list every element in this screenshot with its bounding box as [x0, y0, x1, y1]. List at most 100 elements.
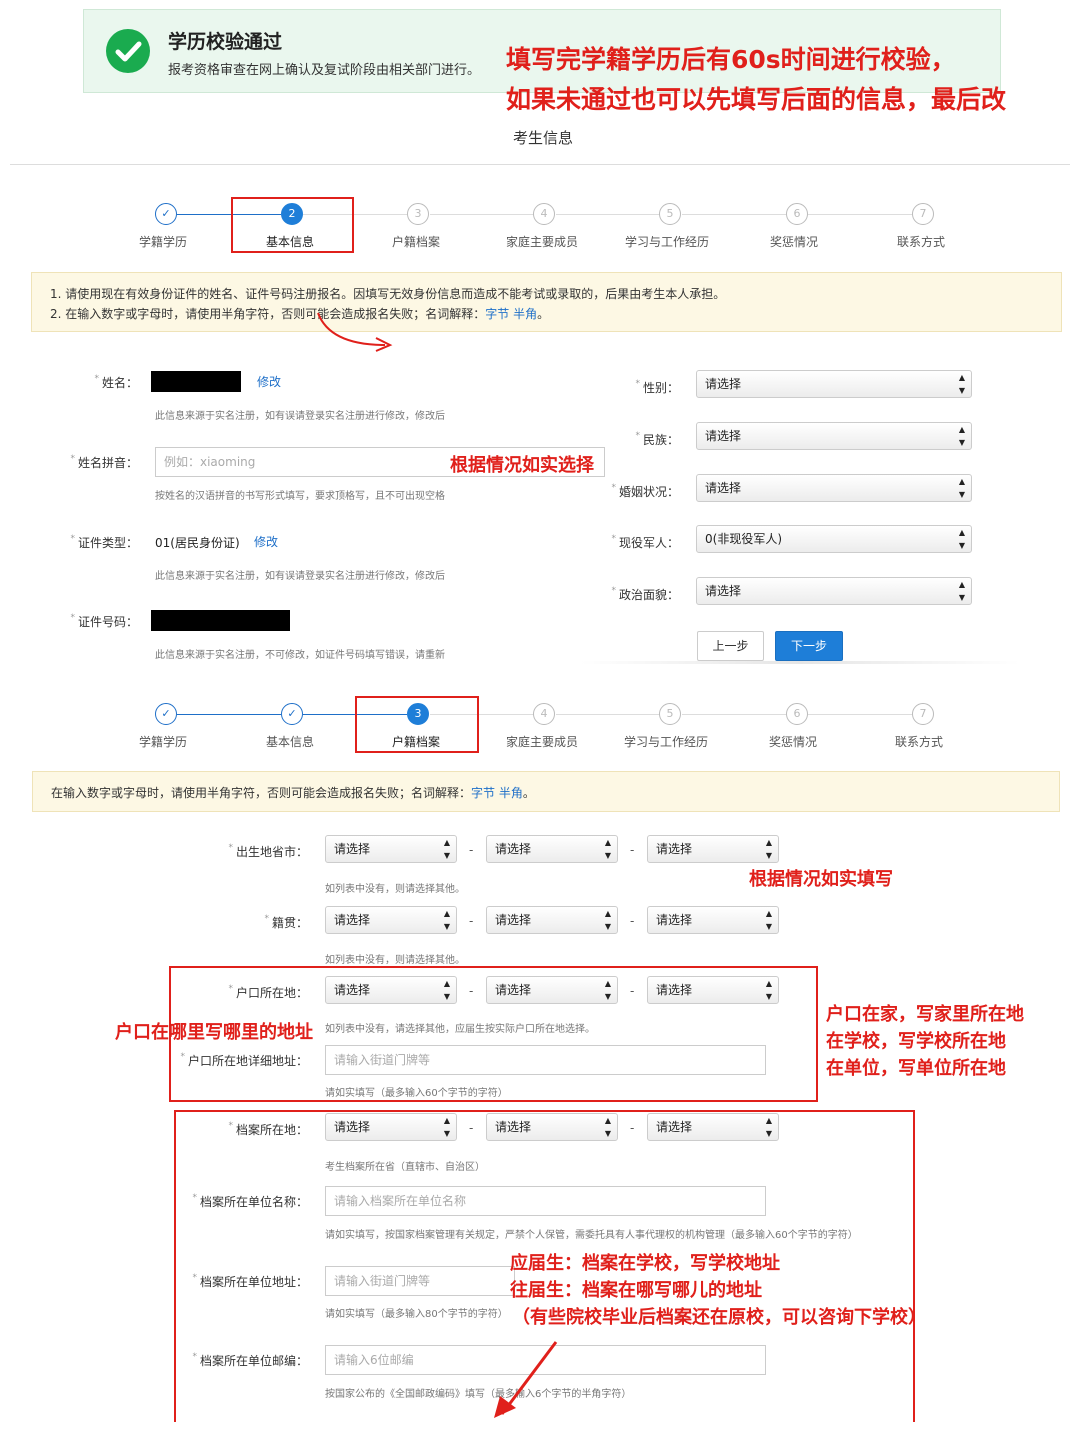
hukou-label-text: 户口所在地：	[235, 986, 308, 1000]
annotation-select-truthfully: 根据情况如实选择	[450, 455, 594, 476]
name-hint: 此信息来源于实名注册，如有误请登录实名注册进行修改，修改后	[155, 411, 445, 422]
select-value: 请选择	[334, 983, 371, 997]
annotation-hukou-school: 在学校，写学校所在地	[826, 1031, 1006, 1052]
select-arrow-icon: ▲ ▼	[443, 1116, 450, 1138]
gender-label: * 性别：	[635, 379, 679, 395]
step-connector	[808, 214, 912, 215]
separator: -	[469, 914, 474, 928]
link-byte[interactable]: 字节	[471, 786, 495, 800]
modify-id-type-link[interactable]: 修改	[254, 533, 278, 550]
step-label-household: 户籍档案	[392, 235, 441, 249]
archive-county-select[interactable]: 请选择 ▲ ▼	[647, 1113, 779, 1141]
archive-unit-label-text: 档案所在单位名称：	[199, 1195, 308, 1209]
notice-line-2-text: 2. 在输入数字或字母时，请使用半角字符，否则可能会造成报名失败；名词解释：	[50, 307, 486, 321]
link-halfwidth[interactable]: 半角	[499, 786, 523, 800]
step-6-circle[interactable]: 6	[786, 203, 808, 225]
step-connector	[177, 714, 281, 715]
step-2-check-icon[interactable]: ✓	[281, 703, 303, 725]
divider	[10, 164, 1070, 165]
hukou-detail-label-text: 户口所在地详细地址：	[187, 1054, 308, 1068]
select-arrow-icon: ▲ ▼	[765, 979, 772, 1001]
ethnic-label-text: 民族：	[642, 433, 679, 447]
gender-select[interactable]: 请选择 ▲ ▼	[696, 370, 972, 398]
select-value: 请选择	[656, 983, 693, 997]
marital-select-value: 请选择	[705, 481, 742, 495]
step-6-circle[interactable]: 6	[786, 703, 808, 725]
hukou-county-select[interactable]: 请选择 ▲ ▼	[647, 976, 779, 1004]
select-arrow-icon: ▲ ▼	[958, 580, 965, 602]
step-label-contact: 联系方式	[895, 735, 944, 749]
link-byte[interactable]: 字节	[485, 307, 509, 321]
select-arrow-icon: ▲ ▼	[958, 528, 965, 550]
step-5-circle[interactable]: 5	[659, 703, 681, 725]
step-7-circle[interactable]: 7	[912, 703, 934, 725]
archive-address-input[interactable]: 请输入街道门牌等	[325, 1266, 515, 1296]
next-step-button[interactable]: 下一步	[775, 631, 843, 661]
archive-unit-input[interactable]: 请输入档案所在单位名称	[325, 1186, 766, 1216]
step-1-check-icon[interactable]: ✓	[155, 203, 177, 225]
archive-province-select[interactable]: 请选择 ▲ ▼	[325, 1113, 457, 1141]
annotation-fill-later: 如果未通过也可以先填写后面的信息，最后改	[506, 85, 1007, 114]
step-label-education: 学籍学历	[139, 235, 188, 249]
marital-select[interactable]: 请选择 ▲ ▼	[696, 474, 972, 502]
step-connector	[808, 714, 912, 715]
political-select[interactable]: 请选择 ▲ ▼	[696, 577, 972, 605]
step-label-study-work: 学习与工作经历	[625, 235, 710, 249]
check-circle-icon	[106, 29, 150, 73]
native-city-select[interactable]: 请选择 ▲ ▼	[486, 906, 618, 934]
prev-step-button[interactable]: 上一步	[697, 631, 764, 661]
select-arrow-icon: ▲ ▼	[958, 373, 965, 395]
birthplace-county-select[interactable]: 请选择 ▲ ▼	[647, 835, 779, 863]
military-select[interactable]: 0(非现役军人) ▲ ▼	[696, 525, 972, 553]
step-7-circle[interactable]: 7	[912, 203, 934, 225]
marital-label: * 婚姻状况：	[611, 483, 679, 499]
native-county-select[interactable]: 请选择 ▲ ▼	[647, 906, 779, 934]
name-label-text: 姓名：	[101, 376, 138, 390]
birthplace-province-select[interactable]: 请选择 ▲ ▼	[325, 835, 457, 863]
divider	[580, 661, 1020, 664]
id-number-redacted	[151, 610, 290, 631]
step-connector	[430, 214, 534, 215]
birthplace-city-select[interactable]: 请选择 ▲ ▼	[486, 835, 618, 863]
step-4-circle[interactable]: 4	[533, 703, 555, 725]
step-3-circle[interactable]: 3	[407, 203, 429, 225]
step-5-circle[interactable]: 5	[659, 203, 681, 225]
annotation-fill-truthfully: 根据情况如实填写	[749, 869, 893, 890]
archive-location-hint: 考生档案所在省（直辖市、自治区）	[325, 1162, 485, 1173]
select-value: 请选择	[656, 913, 693, 927]
native-province-select[interactable]: 请选择 ▲ ▼	[325, 906, 457, 934]
select-arrow-icon: ▲ ▼	[765, 838, 772, 860]
notice-line-2-end: 。	[537, 307, 550, 321]
hukou-city-select[interactable]: 请选择 ▲ ▼	[486, 976, 618, 1004]
birthplace-hint: 如列表中没有，则请选择其他。	[325, 884, 465, 895]
hukou-province-select[interactable]: 请选择 ▲ ▼	[325, 976, 457, 1004]
step-1-check-icon[interactable]: ✓	[155, 703, 177, 725]
select-arrow-icon: ▲ ▼	[443, 979, 450, 1001]
hukou-hint: 如列表中没有，请选择其他，应届生按实际户口所在地选择。	[325, 1024, 595, 1035]
notice-end: 。	[522, 786, 535, 800]
archive-zip-label: * 档案所在单位邮编：	[192, 1352, 308, 1368]
archive-unit-hint: 请如实填写，按国家档案管理有关规定，严禁个人保管，需委托具有人事代理权的机构管理…	[325, 1230, 858, 1241]
id-number-label-text: 证件号码：	[77, 615, 138, 629]
hukou-detail-input[interactable]: 请输入街道门牌等	[325, 1045, 766, 1075]
step-label-family: 家庭主要成员	[506, 735, 579, 749]
native-place-label: * 籍贯：	[264, 914, 308, 930]
select-arrow-icon: ▲ ▼	[765, 909, 772, 931]
select-arrow-icon: ▲ ▼	[604, 1116, 611, 1138]
select-value: 请选择	[495, 983, 532, 997]
archive-city-select[interactable]: 请选择 ▲ ▼	[486, 1113, 618, 1141]
modify-name-link[interactable]: 修改	[257, 373, 281, 390]
notice-line-1: 1. 请使用现在有效身份证件的姓名、证件号码注册报名。因填写无效身份信息而造成不…	[50, 287, 726, 301]
id-type-value: 01(居民身份证)	[155, 536, 240, 550]
select-arrow-icon: ▲ ▼	[443, 909, 450, 931]
step-4-circle[interactable]: 4	[533, 203, 555, 225]
step-label-contact: 联系方式	[897, 235, 946, 249]
link-halfwidth[interactable]: 半角	[513, 307, 537, 321]
political-label: * 政治面貌：	[611, 586, 679, 602]
select-arrow-icon: ▲ ▼	[604, 909, 611, 931]
id-number-hint: 此信息来源于实名注册，不可修改，如证件号码填写错误，请重新	[155, 650, 445, 661]
hukou-detail-hint: 请如实填写（最多输入60个字节的字符）	[325, 1088, 508, 1099]
ethnic-select[interactable]: 请选择 ▲ ▼	[696, 422, 972, 450]
select-value: 请选择	[656, 842, 693, 856]
step-label-rewards: 奖惩情况	[769, 735, 818, 749]
